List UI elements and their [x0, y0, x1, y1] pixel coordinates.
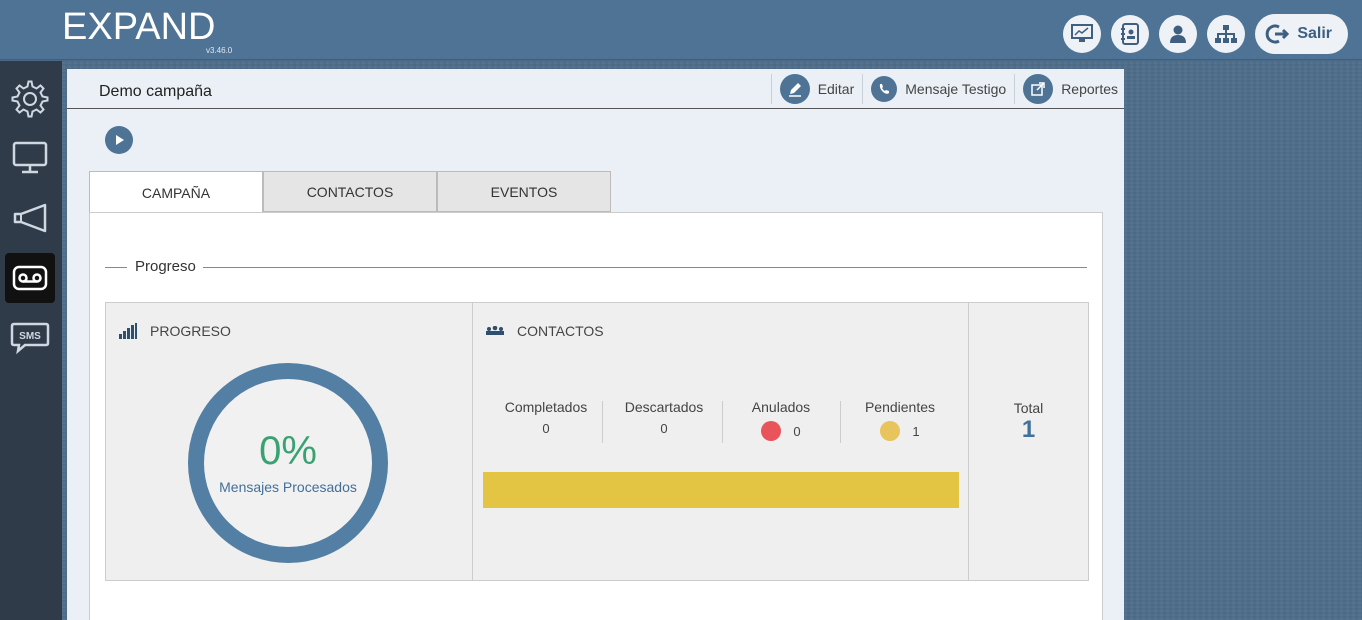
- stat-label: Descartados: [624, 399, 704, 415]
- top-bar: EXPAND v3.46.0 Salir: [0, 0, 1362, 60]
- stat-divider: [602, 401, 603, 443]
- total-label: Total: [1013, 400, 1044, 416]
- progress-heading: PROGRESO: [150, 323, 231, 339]
- stat-cancelled: Anulados 0: [736, 399, 826, 441]
- voicemail-icon: [12, 265, 48, 291]
- edit-button[interactable]: Editar: [770, 74, 855, 104]
- status-dot: [880, 421, 901, 441]
- tab-events[interactable]: EVENTOS: [437, 171, 611, 212]
- witness-message-button[interactable]: Mensaje Testigo: [862, 74, 1006, 104]
- panel-header: Demo campaña Editar Mensaje Testigo Repo…: [67, 69, 1124, 109]
- contacts-book-icon[interactable]: [1111, 15, 1150, 53]
- progress-caption: Mensajes Procesados: [219, 479, 357, 495]
- tab-content: Progreso PROGRESO 0% Mensajes Procesados…: [89, 212, 1103, 620]
- network-icon[interactable]: [1207, 15, 1246, 53]
- stat-label: Completados: [504, 399, 588, 415]
- campaign-panel: Demo campaña Editar Mensaje Testigo Repo…: [67, 69, 1124, 620]
- sidebar-item-monitor[interactable]: [5, 133, 55, 183]
- total-value: 1: [1021, 416, 1036, 443]
- play-button[interactable]: [105, 126, 133, 154]
- edit-label: Editar: [817, 81, 855, 97]
- tab-contacts[interactable]: CONTACTOS: [263, 171, 437, 212]
- contacts-column: CONTACTOS Completados 0 Descartados 0 An…: [473, 303, 969, 580]
- stat-completed: Completados 0: [501, 399, 591, 436]
- contacts-progress-bar: [483, 472, 959, 508]
- svg-text:SMS: SMS: [19, 331, 41, 342]
- stat-discarded: Descartados 0: [619, 399, 709, 436]
- monitor-icon: [12, 141, 48, 174]
- stat-value: 0: [660, 421, 668, 436]
- total-column: Total 1: [969, 303, 1088, 580]
- megaphone-icon: [13, 203, 47, 233]
- contacts-heading: CONTACTOS: [517, 323, 604, 339]
- external-link-icon: [1023, 74, 1054, 104]
- app-version: v3.46.0: [206, 46, 233, 55]
- user-icon[interactable]: [1159, 15, 1198, 53]
- logout-button[interactable]: Salir: [1255, 14, 1348, 54]
- section-legend: Progreso: [135, 258, 196, 275]
- witness-message-label: Mensaje Testigo: [905, 81, 1007, 97]
- sidebar: SMS: [0, 61, 62, 620]
- stat-label: Pendientes: [864, 399, 936, 415]
- contacts-group-icon: [486, 326, 504, 335]
- reports-label: Reportes: [1061, 81, 1118, 97]
- logout-icon: [1266, 24, 1290, 44]
- stat-value: 0: [793, 423, 801, 439]
- progress-column: PROGRESO 0% Mensajes Procesados: [106, 303, 473, 580]
- sidebar-item-sms[interactable]: SMS: [5, 313, 55, 363]
- sms-icon: SMS: [10, 322, 50, 355]
- play-icon: [116, 135, 124, 145]
- tab-campaign[interactable]: CAMPAÑA: [89, 171, 263, 213]
- pencil-icon: [779, 74, 810, 104]
- legend-divider-right: [203, 267, 1087, 268]
- stat-label: Anulados: [751, 399, 811, 415]
- reports-button[interactable]: Reportes: [1014, 74, 1118, 104]
- stats-box: PROGRESO 0% Mensajes Procesados CONTACTO…: [105, 302, 1089, 581]
- tab-bar: CAMPAÑA CONTACTOS EVENTOS: [89, 171, 611, 213]
- sidebar-item-campaigns[interactable]: [5, 193, 55, 243]
- gear-icon: [11, 80, 49, 118]
- whatsapp-icon: [871, 76, 898, 102]
- sidebar-item-voicemail[interactable]: [5, 253, 55, 303]
- status-dot: [761, 421, 782, 441]
- progress-ring: 0% Mensajes Procesados: [188, 363, 388, 563]
- legend-divider-left: [105, 267, 127, 268]
- progress-percent: 0%: [259, 429, 317, 473]
- stat-value: 1: [912, 423, 920, 439]
- stat-divider: [840, 401, 841, 443]
- signal-bars-icon: [119, 323, 137, 339]
- stat-pending: Pendientes 1: [855, 399, 945, 441]
- sidebar-item-settings[interactable]: [5, 74, 55, 124]
- dashboard-monitor-icon[interactable]: [1063, 15, 1102, 53]
- stat-value: 0: [542, 421, 550, 436]
- logout-label: Salir: [1297, 25, 1332, 42]
- app-logo: EXPAND: [62, 6, 216, 48]
- page-title: Demo campaña: [99, 83, 212, 100]
- stat-divider: [722, 401, 723, 443]
